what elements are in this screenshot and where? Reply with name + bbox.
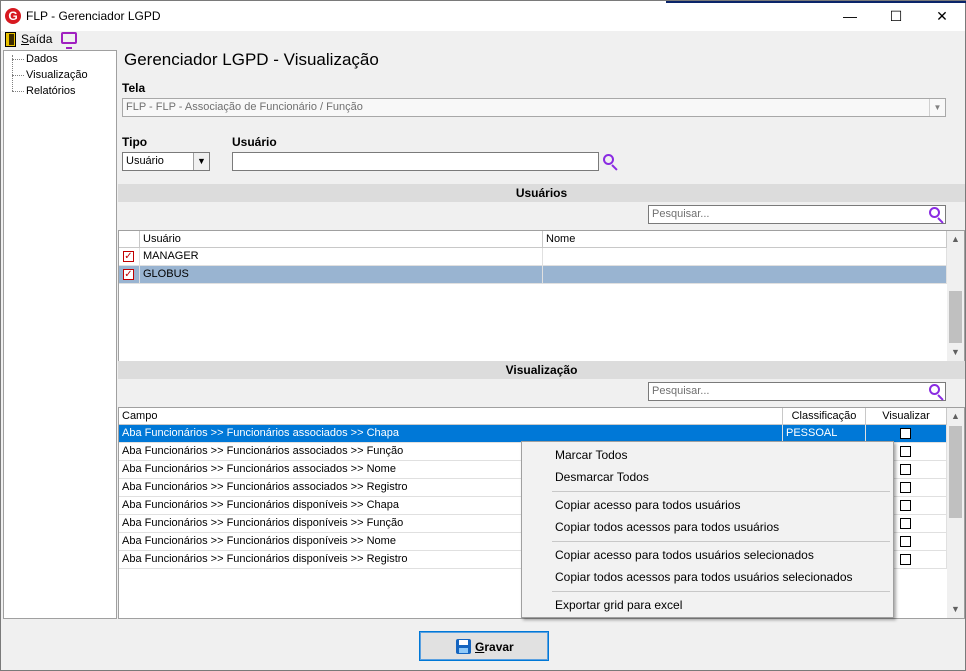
title-bar: G FLP - Gerenciador LGPD — ☐ ✕ bbox=[1, 1, 966, 31]
scroll-up-icon[interactable]: ▲ bbox=[947, 231, 964, 248]
menu-item-desmarcar-todos[interactable]: Desmarcar Todos bbox=[555, 470, 649, 484]
search-icon[interactable] bbox=[603, 154, 619, 171]
checkbox[interactable] bbox=[900, 554, 911, 565]
row-check-cell[interactable]: ✓ bbox=[119, 248, 140, 266]
search-icon[interactable] bbox=[929, 384, 945, 401]
menu-item-copiar-todos-acessos-selecionados[interactable]: Copiar todos acessos para todos usuários… bbox=[555, 570, 853, 584]
page-title: Gerenciador LGPD - Visualização bbox=[124, 50, 379, 69]
scroll-down-icon[interactable]: ▼ bbox=[947, 601, 964, 618]
menu-item-exportar-excel[interactable]: Exportar grid para excel bbox=[555, 598, 682, 612]
usuarios-section-header: Usuários bbox=[118, 184, 965, 202]
checkbox[interactable] bbox=[900, 446, 911, 457]
app-window: G FLP - Gerenciador LGPD — ☐ ✕ Saída Dad… bbox=[0, 0, 966, 671]
usuarios-grid: Usuário Nome ✓ MANAGER ✓ GLOBUS ▲ ▼ bbox=[118, 230, 965, 362]
tree-connector bbox=[12, 75, 24, 76]
menu-separator bbox=[552, 591, 890, 592]
grid-header-check bbox=[119, 231, 140, 248]
tela-label: Tela bbox=[122, 81, 146, 95]
tree-connector bbox=[12, 55, 13, 91]
checkbox[interactable] bbox=[900, 482, 911, 493]
context-menu: Marcar Todos Desmarcar Todos Copiar aces… bbox=[521, 441, 894, 618]
monitor-icon[interactable] bbox=[61, 32, 77, 49]
minimize-button[interactable]: — bbox=[827, 1, 873, 31]
row-check-cell[interactable]: ✓ bbox=[119, 266, 140, 284]
usuarios-scrollbar[interactable]: ▲ ▼ bbox=[947, 231, 964, 361]
menu-item-marcar-todos[interactable]: Marcar Todos bbox=[555, 448, 627, 462]
menu-item-copiar-acesso-selecionados[interactable]: Copiar acesso para todos usuários seleci… bbox=[555, 548, 814, 562]
tipo-label: Tipo bbox=[122, 135, 148, 149]
menu-separator bbox=[552, 541, 890, 542]
scroll-up-icon[interactable]: ▲ bbox=[947, 408, 964, 425]
grid-header-usuario[interactable]: Usuário bbox=[140, 231, 543, 248]
scroll-down-icon[interactable]: ▼ bbox=[947, 344, 964, 361]
navigation-tree: Dados Visualização Relatórios bbox=[3, 50, 117, 619]
grid-header-visualizar[interactable]: Visualizar bbox=[866, 408, 947, 425]
menu-separator bbox=[552, 491, 890, 492]
tree-connector bbox=[12, 91, 24, 92]
checkbox[interactable] bbox=[900, 464, 911, 475]
visualizacao-section-header: Visualização bbox=[118, 361, 965, 379]
grid-header-campo[interactable]: Campo bbox=[119, 408, 783, 425]
checkbox[interactable] bbox=[900, 518, 911, 529]
checkbox[interactable] bbox=[900, 500, 911, 511]
cell-nome bbox=[543, 266, 947, 284]
cell-usuario: GLOBUS bbox=[140, 266, 543, 284]
chevron-down-icon[interactable]: ▼ bbox=[193, 153, 209, 170]
tree-item-visualizacao[interactable]: Visualização bbox=[26, 69, 88, 81]
table-row[interactable]: ✓ GLOBUS bbox=[119, 266, 947, 284]
gravar-button[interactable]: Gravar bbox=[419, 631, 549, 661]
scroll-thumb[interactable] bbox=[949, 291, 962, 343]
maximize-button[interactable]: ☐ bbox=[873, 1, 919, 31]
usuarios-search-input[interactable]: Pesquisar... bbox=[648, 205, 946, 224]
grid-header-nome[interactable]: Nome bbox=[543, 231, 947, 248]
table-row[interactable]: ✓ MANAGER bbox=[119, 248, 947, 266]
tree-item-relatorios[interactable]: Relatórios bbox=[26, 85, 76, 97]
cell-usuario: MANAGER bbox=[140, 248, 543, 266]
checkbox[interactable]: ✓ bbox=[123, 251, 134, 262]
grid-header-classificacao[interactable]: Classificação bbox=[783, 408, 866, 425]
app-logo-icon: G bbox=[5, 8, 21, 24]
close-button[interactable]: ✕ bbox=[919, 1, 965, 31]
checkbox[interactable] bbox=[900, 428, 911, 439]
search-icon[interactable] bbox=[929, 207, 945, 224]
tipo-value: Usuário bbox=[126, 155, 164, 167]
save-icon bbox=[456, 639, 471, 654]
scroll-thumb[interactable] bbox=[949, 426, 962, 518]
tree-item-dados[interactable]: Dados bbox=[26, 53, 58, 65]
menu-saida[interactable]: Saída bbox=[21, 32, 52, 46]
checkbox[interactable]: ✓ bbox=[123, 269, 134, 280]
gravar-label: Gravar bbox=[475, 640, 514, 654]
tela-value: FLP - FLP - Associação de Funcionário / … bbox=[126, 101, 363, 113]
tipo-combobox[interactable]: Usuário ▼ bbox=[122, 152, 210, 171]
tree-connector bbox=[12, 59, 24, 60]
visualizacao-search-input[interactable]: Pesquisar... bbox=[648, 382, 946, 401]
cell-nome bbox=[543, 248, 947, 266]
visualizacao-scrollbar[interactable]: ▲ ▼ bbox=[947, 408, 964, 618]
usuario-input[interactable] bbox=[232, 152, 599, 171]
exit-door-icon[interactable] bbox=[5, 32, 16, 47]
checkbox[interactable] bbox=[900, 536, 911, 547]
usuario-label: Usuário bbox=[232, 135, 277, 149]
window-title: FLP - Gerenciador LGPD bbox=[26, 9, 161, 23]
menu-item-copiar-acesso-todos[interactable]: Copiar acesso para todos usuários bbox=[555, 498, 740, 512]
menu-item-copiar-todos-acessos-todos[interactable]: Copiar todos acessos para todos usuários bbox=[555, 520, 779, 534]
chevron-down-icon[interactable]: ▼ bbox=[929, 99, 945, 116]
menu-bar: Saída bbox=[1, 31, 965, 49]
tela-combobox[interactable]: FLP - FLP - Associação de Funcionário / … bbox=[122, 98, 946, 117]
